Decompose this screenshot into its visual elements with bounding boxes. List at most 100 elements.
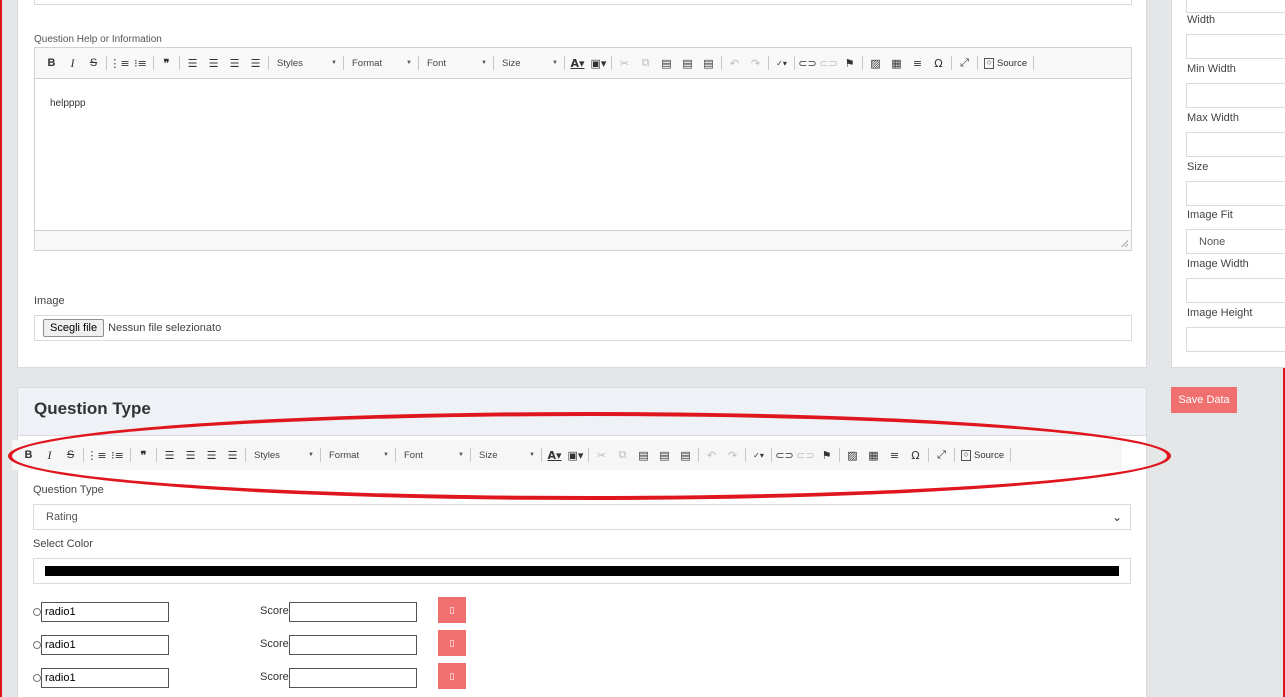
maximize-icon[interactable]: ⤢	[954, 53, 975, 73]
option-value-input[interactable]: radio1	[41, 635, 169, 655]
option-value-input[interactable]: radio1	[41, 602, 169, 622]
anchor-flag-icon[interactable]: ⚑	[839, 53, 860, 73]
spellcheck-icon[interactable]: ✓▾	[771, 53, 792, 73]
image-fit-select[interactable]: None	[1186, 229, 1285, 254]
undo-icon[interactable]: ↶	[701, 445, 722, 465]
image-file-input[interactable]: Scegli file Nessun file selezionato	[34, 315, 1132, 341]
width-input[interactable]	[1186, 34, 1285, 59]
justify-icon[interactable]: ☰	[222, 445, 243, 465]
bold-button[interactable]: B	[41, 53, 62, 73]
score-input[interactable]	[289, 668, 417, 688]
toolbar-separator	[106, 56, 107, 70]
link-icon[interactable]: ⊂⊃	[774, 445, 795, 465]
italic-button[interactable]: I	[39, 445, 60, 465]
special-char-icon[interactable]: Ω	[928, 53, 949, 73]
align-center-icon[interactable]: ☰	[180, 445, 201, 465]
link-icon[interactable]: ⊂⊃	[797, 53, 818, 73]
background-color-icon[interactable]: ▣▾	[588, 53, 609, 73]
spellcheck-icon[interactable]: ✓▾	[748, 445, 769, 465]
align-left-icon[interactable]: ☰	[182, 53, 203, 73]
copy-icon[interactable]: ⧉	[612, 445, 633, 465]
save-data-button[interactable]: Save Data	[1171, 387, 1237, 413]
size-input[interactable]	[1186, 181, 1285, 206]
redo-icon[interactable]: ↷	[722, 445, 743, 465]
italic-button[interactable]: I	[62, 53, 83, 73]
image-width-input[interactable]	[1186, 278, 1285, 303]
special-char-icon[interactable]: Ω	[905, 445, 926, 465]
help-editor-content[interactable]: helpppp	[50, 98, 86, 109]
max-width-input[interactable]	[1186, 132, 1285, 157]
paste-word-icon[interactable]: ▤	[675, 445, 696, 465]
radio-button[interactable]	[33, 641, 41, 649]
font-dropdown[interactable]: Font ▼	[421, 58, 491, 69]
delete-option-button[interactable]: ▯	[438, 663, 466, 689]
delete-option-button[interactable]: ▯	[438, 630, 466, 656]
horizontal-line-icon[interactable]: ≡	[884, 445, 905, 465]
format-dropdown[interactable]: Format ▼	[346, 58, 416, 69]
paste-text-icon[interactable]: ▤	[677, 53, 698, 73]
font-dropdown[interactable]: Font ▼	[398, 450, 468, 461]
cut-icon[interactable]: ✂	[591, 445, 612, 465]
paste-icon[interactable]: ▤	[656, 53, 677, 73]
image-icon[interactable]: ▨	[842, 445, 863, 465]
table-icon[interactable]: ▦	[863, 445, 884, 465]
ordered-list-icon[interactable]: ⋮≡	[109, 53, 130, 73]
source-button[interactable]: ◇ Source	[957, 449, 1008, 461]
radio-button[interactable]	[33, 674, 41, 682]
choose-file-button[interactable]: Scegli file	[43, 319, 105, 337]
strikethrough-button[interactable]: S	[83, 53, 104, 73]
option-value-input[interactable]: radio1	[41, 668, 169, 688]
align-right-icon[interactable]: ☰	[201, 445, 222, 465]
image-label: Image	[34, 295, 65, 307]
align-left-icon[interactable]: ☰	[159, 445, 180, 465]
image-height-label: Image Height	[1187, 307, 1253, 319]
min-width-input[interactable]	[1186, 83, 1285, 108]
score-input[interactable]	[289, 602, 417, 622]
horizontal-line-icon[interactable]: ≡	[907, 53, 928, 73]
anchor-flag-icon[interactable]: ⚑	[816, 445, 837, 465]
score-label: Score	[260, 605, 289, 617]
unlink-icon[interactable]: ⊂⊃	[818, 53, 839, 73]
question-type-editor-toolbar: B I S ⋮≡ ⁝≡ ❞ ☰ ☰ ☰ ☰ Styles ▼ Format ▼ Fo…	[12, 440, 1122, 470]
resize-grip-icon[interactable]	[1121, 240, 1128, 247]
blockquote-icon[interactable]: ❞	[156, 53, 177, 73]
text-color-icon[interactable]: A▾	[567, 53, 588, 73]
bullet-list-icon[interactable]: ⁝≡	[107, 445, 128, 465]
undo-icon[interactable]: ↶	[724, 53, 745, 73]
paste-text-icon[interactable]: ▤	[654, 445, 675, 465]
cut-icon[interactable]: ✂	[614, 53, 635, 73]
image-icon[interactable]: ▨	[865, 53, 886, 73]
styles-dropdown[interactable]: Styles ▼	[248, 450, 318, 461]
paste-icon[interactable]: ▤	[633, 445, 654, 465]
bold-button[interactable]: B	[18, 445, 39, 465]
source-button[interactable]: ◇ Source	[980, 57, 1031, 69]
unlink-icon[interactable]: ⊂⊃	[795, 445, 816, 465]
styles-dropdown[interactable]: Styles ▼	[271, 58, 341, 69]
toolbar-separator	[1010, 448, 1012, 462]
strikethrough-button[interactable]: S	[60, 445, 81, 465]
background-color-icon[interactable]: ▣▾	[565, 445, 586, 465]
copy-icon[interactable]: ⧉	[635, 53, 656, 73]
delete-option-button[interactable]: ▯	[438, 597, 466, 623]
ordered-list-icon[interactable]: ⋮≡	[86, 445, 107, 465]
table-icon[interactable]: ▦	[886, 53, 907, 73]
radio-button[interactable]	[33, 608, 41, 616]
text-color-icon[interactable]: A▾	[544, 445, 565, 465]
size-dropdown[interactable]: Size ▼	[496, 58, 562, 69]
previous-property-input[interactable]	[1186, 0, 1285, 13]
align-center-icon[interactable]: ☰	[203, 53, 224, 73]
format-dropdown[interactable]: Format ▼	[323, 450, 393, 461]
redo-icon[interactable]: ↷	[745, 53, 766, 73]
blockquote-icon[interactable]: ❞	[133, 445, 154, 465]
maximize-icon[interactable]: ⤢	[931, 445, 952, 465]
question-type-select[interactable]: Rating ⌄	[33, 504, 1131, 530]
image-height-input[interactable]	[1186, 327, 1285, 352]
paste-word-icon[interactable]: ▤	[698, 53, 719, 73]
score-input[interactable]	[289, 635, 417, 655]
help-editor-statusbar	[35, 230, 1131, 250]
bullet-list-icon[interactable]: ⁝≡	[130, 53, 151, 73]
justify-icon[interactable]: ☰	[245, 53, 266, 73]
size-dropdown[interactable]: Size ▼	[473, 450, 539, 461]
align-right-icon[interactable]: ☰	[224, 53, 245, 73]
panel-header	[18, 388, 1146, 436]
